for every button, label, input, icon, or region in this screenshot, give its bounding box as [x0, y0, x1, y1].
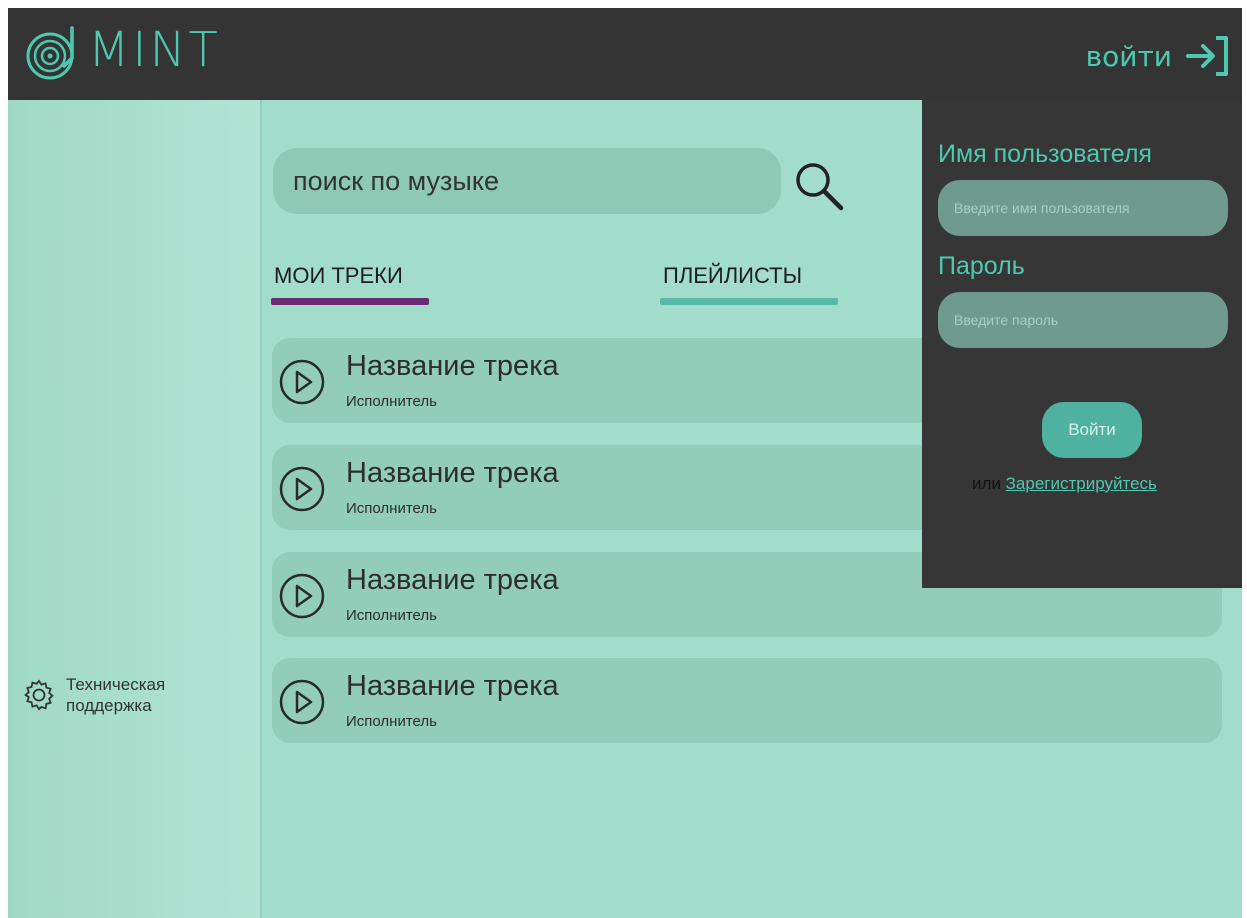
- track-title: Название трека: [346, 670, 559, 702]
- app-window: MINT войти Техническая поддержка поиск п…: [8, 8, 1242, 918]
- track-artist: Исполнитель: [346, 713, 437, 730]
- top-bar: MINT войти: [8, 8, 1242, 100]
- register-row: или Зарегистрируйтесь: [972, 474, 1157, 494]
- or-text: или: [972, 474, 1001, 493]
- track-artist: Исполнитель: [346, 500, 437, 517]
- password-field[interactable]: [938, 292, 1228, 348]
- sidebar: Техническая поддержка: [8, 100, 262, 918]
- password-label: Пароль: [938, 252, 1025, 280]
- play-icon[interactable]: [278, 358, 326, 406]
- support-label: Техническая поддержка: [66, 675, 166, 715]
- login-link-label: войти: [1085, 39, 1172, 73]
- gear-icon: [24, 679, 54, 711]
- support-link[interactable]: Техническая поддержка: [22, 674, 196, 716]
- play-icon[interactable]: [278, 465, 326, 513]
- logo[interactable]: MINT: [24, 20, 218, 80]
- search-icon[interactable]: [791, 158, 849, 216]
- search-input[interactable]: [291, 164, 763, 198]
- track-title: Название трека: [346, 350, 559, 382]
- login-arrow-icon: [1186, 36, 1228, 76]
- track-artist: Исполнитель: [346, 607, 437, 624]
- track-artist: Исполнитель: [346, 393, 437, 410]
- username-input[interactable]: [952, 199, 1214, 217]
- play-icon[interactable]: [278, 678, 326, 726]
- tab-my-tracks-underline: [271, 298, 429, 305]
- track-title: Название трека: [346, 564, 559, 596]
- tab-playlists-underline: [660, 298, 838, 305]
- tab-my-tracks[interactable]: МОИ ТРЕКИ: [274, 263, 403, 289]
- login-panel: Имя пользователя Пароль Войти или Зареги…: [922, 100, 1242, 588]
- login-submit-button[interactable]: Войти: [1042, 402, 1142, 458]
- track-title: Название трека: [346, 457, 559, 489]
- password-input[interactable]: [952, 311, 1214, 329]
- track-item[interactable]: Название трека Исполнитель: [272, 658, 1222, 743]
- register-link[interactable]: Зарегистрируйтесь: [1006, 474, 1157, 493]
- search-field[interactable]: [273, 148, 781, 214]
- username-field[interactable]: [938, 180, 1228, 236]
- username-label: Имя пользователя: [938, 140, 1152, 168]
- play-icon[interactable]: [278, 572, 326, 620]
- vinyl-logo-icon: [26, 26, 74, 80]
- tab-playlists[interactable]: ПЛЕЙЛИСТЫ: [663, 263, 802, 289]
- logo-text: MINT: [88, 22, 221, 78]
- login-link[interactable]: войти: [1086, 34, 1230, 78]
